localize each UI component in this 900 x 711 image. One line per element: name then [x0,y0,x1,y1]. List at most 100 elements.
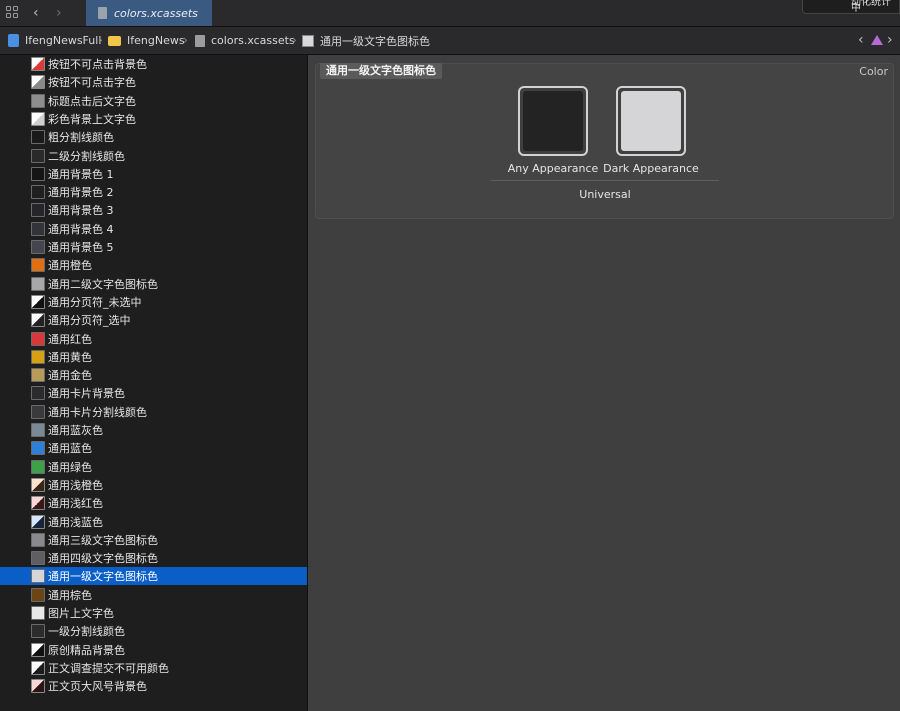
next-issue-icon[interactable]: › [887,32,893,48]
color-set-label: 通用分页符_未选中 [48,295,142,309]
color-swatch-icon [31,551,45,566]
color-set-label: 通用四级文字色图标色 [48,552,158,566]
color-set-label: 通用黄色 [48,350,92,364]
color-swatch-icon [31,130,45,145]
color-set-item[interactable]: 二级分割线颜色 [0,147,307,165]
color-set-item[interactable]: 通用棕色 [0,586,307,604]
color-swatch-icon [31,532,45,547]
breadcrumb-label: 通用一级文字色图标色 [320,34,430,48]
color-set-label: 通用浅红色 [48,497,103,511]
color-set-item[interactable]: 图片上文字色 [0,604,307,622]
color-set-item[interactable]: 通用卡片分割线颜色 [0,403,307,421]
color-swatch-icon [31,496,45,511]
dark-appearance-well[interactable] [616,86,686,156]
color-preview [621,91,681,151]
color-set-label: 彩色背景上文字色 [48,112,136,126]
color-swatch-icon [31,368,45,383]
previous-issue-icon[interactable]: ‹ [858,32,864,48]
color-set-item[interactable]: 按钮不可点击背景色 [0,55,307,73]
tab-colors-xcassets[interactable]: colors.xcassets [86,0,212,26]
color-preview [523,91,583,151]
tab-bar: ‹ › colors.xcassets 动化统计中 [0,0,900,27]
color-swatch-icon [31,514,45,529]
color-set-label: 通用背景色 5 [48,241,114,254]
color-set-item[interactable]: 正文调查提交不可用颜色 [0,659,307,677]
color-set-item[interactable]: 通用黄色 [0,348,307,366]
breadcrumb-item-color[interactable]: 通用一级文字色图标色 [302,27,430,54]
color-swatch-icon [31,57,45,71]
breadcrumb-item-project[interactable]: IfengNewsFull [8,27,101,54]
color-swatch-icon [31,294,45,309]
color-set-label: 通用二级文字色图标色 [48,277,158,291]
color-set-item[interactable]: 彩色背景上文字色 [0,110,307,128]
color-set-label: 通用分页符_选中 [48,314,131,328]
color-set-item[interactable]: 通用背景色 5 [0,238,307,256]
color-set-label: 正文调查提交不可用颜色 [48,661,169,675]
color-set-item[interactable]: 粗分割线颜色 [0,128,307,146]
color-set-item[interactable]: 通用绿色 [0,458,307,476]
color-set-item[interactable]: 通用一级文字色图标色 [0,567,307,586]
color-set-item[interactable]: 通用二级文字色图标色 [0,275,307,293]
color-set-label: 通用红色 [48,332,92,346]
color-set-item[interactable]: 通用背景色 3 [0,201,307,219]
color-set-item[interactable]: 通用浅橙色 [0,476,307,494]
color-swatch-icon [31,166,45,181]
color-set-item[interactable]: 通用分页符_选中 [0,311,307,329]
asset-list: 按钮不可点击背景色按钮不可点击字色 标题点击后文字色彩色背景上文字色粗分割线颜色二… [0,55,308,711]
color-set-label: 通用浅橙色 [48,478,103,492]
breadcrumb-label: colors.xcassets [211,34,295,47]
color-set-title[interactable]: 通用一级文字色图标色 [320,63,442,79]
color-set-item[interactable]: 通用浅蓝色 [0,513,307,531]
color-swatch-icon [31,477,45,492]
divider [491,180,719,181]
any-appearance-well[interactable] [518,86,588,156]
color-set-item[interactable]: 通用金色 [0,366,307,384]
color-swatch-icon [31,679,45,694]
grid-icon[interactable] [6,6,20,20]
color-set-item[interactable]: 通用红色 [0,330,307,348]
warning-icon[interactable] [871,35,883,45]
color-set-item[interactable]: 通用背景色 1 [0,165,307,183]
forward-arrow-icon[interactable]: › [56,4,62,22]
color-set-label: 通用一级文字色图标色 [48,570,158,584]
back-arrow-icon[interactable]: ‹ [33,4,39,22]
color-set-item[interactable]: 正文页大风号背景色 [0,677,307,695]
project-icon [8,34,19,47]
color-set-item[interactable]: 通用背景色 2 [0,183,307,201]
color-set-panel: 通用一级文字色图标色 Color Any Appearance Dark App… [315,63,894,219]
popup-fragment: 动化统计中 [802,0,900,14]
breadcrumb-item-catalog[interactable]: colors.xcassets [195,27,295,54]
dark-appearance-label: Dark Appearance [603,162,699,175]
asset-file-icon [98,7,107,19]
color-swatch-icon [31,386,45,401]
popup-text: 动化统计中 [851,0,891,14]
color-set-item[interactable]: 通用浅红色 [0,494,307,512]
color-set-item[interactable]: 通用背景色 4 [0,220,307,238]
color-set-item[interactable]: 通用蓝灰色 [0,421,307,439]
color-set-label: 通用橙色 [48,259,92,273]
color-set-item[interactable]: 通用三级文字色图标色 [0,531,307,549]
breadcrumb-item-folder[interactable]: IfengNews [108,27,185,54]
color-set-item[interactable]: 通用卡片背景色 [0,384,307,402]
color-set-label: 图片上文字色 [48,607,114,620]
color-set-item[interactable]: 通用橙色 [0,256,307,274]
universal-label: Universal [579,188,631,201]
color-set-label: 按钮不可点击背景色 [48,58,147,71]
color-set-item[interactable]: 原创精品背景色 [0,641,307,659]
color-set-label: 正文页大风号背景色 [48,680,147,694]
color-set-label: 通用蓝灰色 [48,424,103,437]
color-swatch-icon [31,642,45,657]
color-set-label: 一级分割线颜色 [48,625,125,639]
color-set-item[interactable]: 按钮不可点击字色 [0,73,307,91]
color-set-item[interactable]: 标题点击后文字色 [0,92,307,110]
breadcrumb-label: IfengNewsFull [25,34,102,47]
color-set-item[interactable]: 一级分割线颜色 [0,622,307,640]
color-set-label: 通用背景色 3 [48,204,114,218]
color-set-item[interactable]: 通用分页符_未选中 [0,293,307,311]
color-swatch-icon [31,111,45,126]
color-swatch-icon [31,441,45,456]
color-set-item[interactable]: 通用蓝色 [0,439,307,457]
color-set-item[interactable]: 通用四级文字色图标色 [0,549,307,567]
color-swatch-icon [31,203,45,218]
chevron-right-icon: › [98,33,103,47]
